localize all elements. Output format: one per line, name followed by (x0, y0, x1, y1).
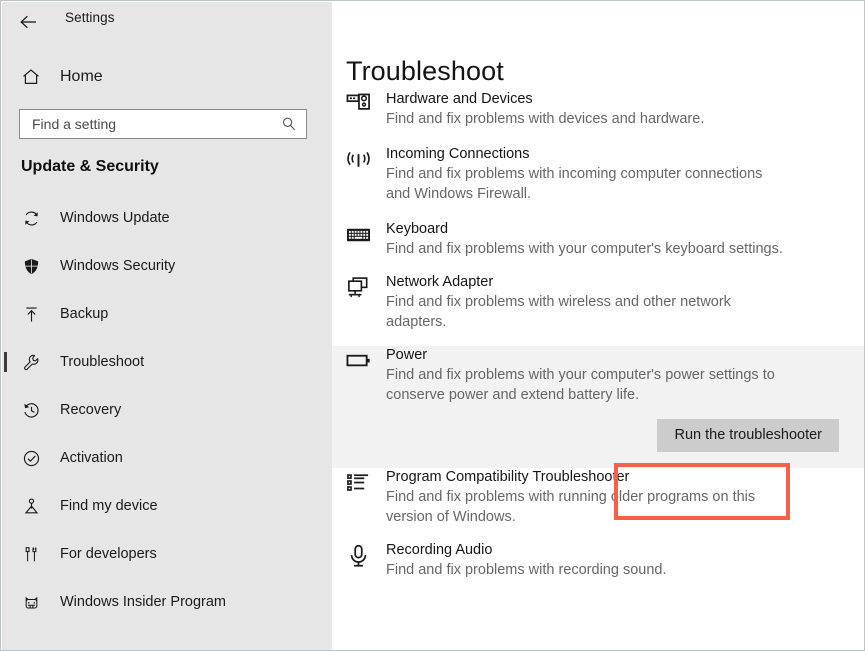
troubleshooter-description: Find and fix problems with devices and h… (386, 111, 705, 127)
sidebar-item-label: Windows Insider Program (60, 594, 226, 610)
back-arrow-icon (19, 14, 39, 30)
sidebar-item-windows-security[interactable]: Windows Security (2, 242, 332, 290)
troubleshooter-action-row: Run the troubleshooter (386, 405, 847, 468)
check-circle-icon (16, 449, 46, 468)
troubleshooter-description: Find and fix problems with your computer… (386, 367, 775, 403)
troubleshooter-item-recording-audio[interactable]: Recording Audio Find and fix problems wi… (332, 541, 864, 580)
troubleshooter-list: Hardware and Devices Find and fix proble… (332, 90, 864, 580)
network-adapter-icon (346, 273, 386, 332)
titlebar: Settings (2, 2, 332, 42)
sidebar-item-home-label: Home (60, 68, 103, 85)
main-content: Troubleshoot Hardware and Devices Find a… (332, 2, 864, 650)
troubleshooter-item-program-compatibility[interactable]: Program Compatibility Troubleshooter Fin… (332, 468, 864, 527)
troubleshooter-name: Network Adapter (386, 274, 494, 290)
troubleshooter-item-keyboard[interactable]: Keyboard Find and fix problems with your… (332, 220, 864, 259)
troubleshooter-description: Find and fix problems with your computer… (386, 241, 783, 257)
back-button[interactable] (14, 7, 44, 37)
troubleshooter-item-body: Network Adapter Find and fix problems wi… (386, 273, 864, 332)
refresh-icon (16, 209, 46, 228)
sidebar-item-troubleshoot[interactable]: Troubleshoot (2, 338, 332, 386)
search-box[interactable] (19, 109, 307, 139)
sidebar-item-label: Find my device (60, 498, 158, 514)
troubleshooter-item-incoming-connections[interactable]: Incoming Connections Find and fix proble… (332, 145, 864, 204)
keyboard-icon (346, 220, 386, 259)
sidebar-item-recovery[interactable]: Recovery (2, 386, 332, 434)
troubleshooter-description: Find and fix problems with running older… (386, 489, 756, 525)
settings-window: Settings Home Update & Security (0, 0, 865, 651)
app-title: Settings (65, 10, 115, 25)
troubleshooter-item-body: Recording Audio Find and fix problems wi… (386, 541, 864, 580)
sidebar-item-home[interactable]: Home (2, 62, 332, 92)
run-the-troubleshooter-button[interactable]: Run the troubleshooter (657, 419, 839, 452)
home-icon (16, 67, 46, 87)
troubleshooter-item-body: Incoming Connections Find and fix proble… (386, 145, 864, 204)
sidebar-nav-list: Windows Update Windows Security Backup T… (2, 194, 332, 626)
sidebar-item-backup[interactable]: Backup (2, 290, 332, 338)
troubleshooter-name: Keyboard (386, 221, 449, 237)
sidebar-item-activation[interactable]: Activation (2, 434, 332, 482)
backup-upload-icon (16, 305, 46, 324)
search-input[interactable] (20, 111, 276, 137)
sidebar-item-windows-update[interactable]: Windows Update (2, 194, 332, 242)
shield-icon (16, 257, 46, 276)
sidebar-item-label: Windows Security (60, 258, 176, 274)
sidebar-item-label: Backup (60, 306, 109, 322)
search-icon[interactable] (276, 116, 306, 132)
sidebar-item-label: For developers (60, 546, 157, 562)
troubleshooter-item-hardware-and-devices[interactable]: Hardware and Devices Find and fix proble… (332, 90, 864, 129)
sidebar-item-label: Activation (60, 450, 123, 466)
troubleshooter-item-power[interactable]: Power Find and fix problems with your co… (332, 346, 864, 468)
troubleshooter-item-body: Hardware and Devices Find and fix proble… (386, 90, 864, 129)
troubleshooter-description: Find and fix problems with incoming comp… (386, 166, 763, 202)
page-title: Troubleshoot (346, 55, 516, 87)
hardware-device-icon (346, 90, 386, 129)
troubleshooter-item-body: Program Compatibility Troubleshooter Fin… (386, 468, 864, 527)
wireless-signal-icon (346, 145, 386, 204)
sidebar-group-title: Update & Security (21, 158, 159, 175)
troubleshooter-item-body: Keyboard Find and fix problems with your… (386, 220, 864, 259)
troubleshooter-name: Hardware and Devices (386, 91, 533, 107)
troubleshooter-name: Recording Audio (386, 542, 493, 558)
locator-pin-icon (16, 497, 46, 516)
sidebar-item-label: Recovery (60, 402, 122, 418)
sidebar-item-label: Troubleshoot (60, 354, 145, 370)
dev-tools-icon (16, 545, 46, 564)
troubleshooter-item-network-adapter[interactable]: Network Adapter Find and fix problems wi… (332, 273, 864, 332)
troubleshooter-description: Find and fix problems with recording sou… (386, 562, 667, 578)
bulleted-list-icon (346, 468, 386, 527)
troubleshooter-name: Power (386, 347, 428, 363)
insider-cat-icon (16, 593, 46, 612)
troubleshooter-name: Incoming Connections (386, 146, 530, 162)
troubleshooter-item-body: Power Find and fix problems with your co… (386, 346, 864, 468)
battery-icon (346, 346, 386, 468)
history-clock-icon (16, 401, 46, 420)
sidebar-item-find-my-device[interactable]: Find my device (2, 482, 332, 530)
troubleshooter-description: Find and fix problems with wireless and … (386, 294, 731, 330)
sidebar-item-for-developers[interactable]: For developers (2, 530, 332, 578)
sidebar-item-label: Windows Update (60, 210, 170, 226)
sidebar: Settings Home Update & Security (2, 2, 332, 650)
wrench-icon (16, 353, 46, 372)
selection-indicator (4, 352, 7, 372)
troubleshooter-name: Program Compatibility Troubleshooter (386, 469, 630, 485)
sidebar-item-windows-insider-program[interactable]: Windows Insider Program (2, 578, 332, 626)
microphone-icon (346, 541, 386, 580)
